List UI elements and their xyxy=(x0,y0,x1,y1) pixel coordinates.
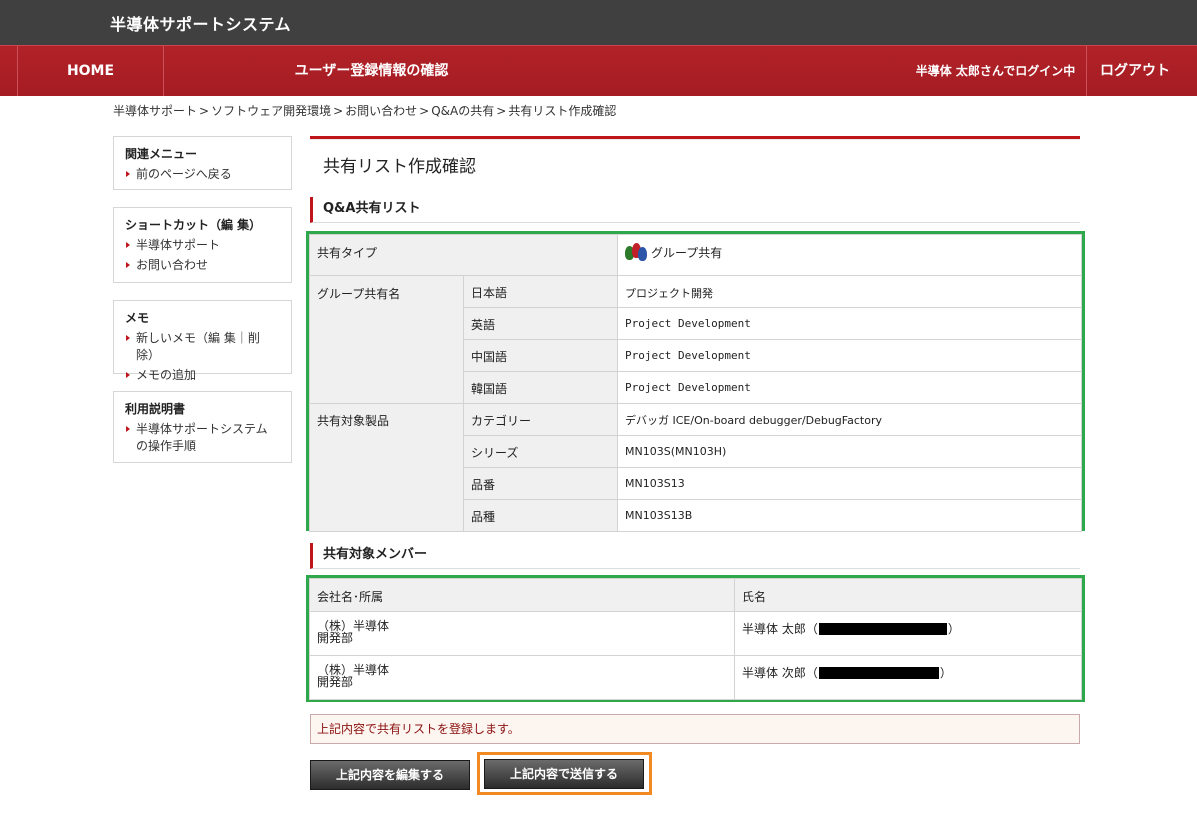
sidebar-section-title: メモ xyxy=(125,311,150,325)
table-header-row: 会社名･所属 氏名 xyxy=(309,578,1082,612)
table-row: グループ共有名 日本語 プロジェクト開発 xyxy=(309,275,1082,404)
product-category-value: デバッガ ICE/On-board debugger/DebugFactory xyxy=(617,403,1082,436)
member-company: （株）半導体 xyxy=(317,663,390,677)
share-type-value: グループ共有 xyxy=(651,246,723,260)
sidebar-manual: 利用説明書 半導体サポートシステムの操作手順 xyxy=(113,391,292,463)
members-table-box: 会社名･所属 氏名 （株）半導体 開発部 半導体 太郎（ ） （株）半導体 開発部… xyxy=(306,575,1085,702)
title-rule-shadow xyxy=(310,139,1080,140)
submit-button[interactable]: 上記内容で送信する xyxy=(484,759,644,789)
breadcrumb-item-software[interactable]: ソフトウェア開発環境 xyxy=(211,104,331,118)
sidebar-item-back[interactable]: 前のページへ戻る xyxy=(125,166,280,183)
login-status: 半導体 太郎さんでログイン中 xyxy=(905,46,1087,96)
table-row: 共有対象製品 カテゴリー デバッガ ICE/On-board debugger/… xyxy=(309,403,1082,532)
group-icon xyxy=(625,243,648,261)
table-row: （株）半導体 開発部 半導体 太郎（ ） xyxy=(309,611,1082,656)
product-type-value: MN103S13B xyxy=(617,499,1082,532)
main-nav: HOME ユーザー登録情報の確認 半導体 太郎さんでログイン中 ログアウト xyxy=(0,45,1197,96)
member-company-cell: （株）半導体 開発部 xyxy=(309,611,735,656)
lang-label-zh: 中国語 xyxy=(462,339,619,372)
product-series-value: MN103S(MN103H) xyxy=(617,435,1082,468)
sidebar-section-title: 関連メニュー xyxy=(125,147,198,161)
sidebar-item-new-memo[interactable]: 新しいメモ（編 集｜削 除） xyxy=(125,330,280,364)
confirmation-notice: 上記内容で共有リストを登録します。 xyxy=(310,714,1080,744)
product-number-value: MN103S13 xyxy=(617,467,1082,500)
logout-link[interactable]: ログアウト xyxy=(1087,46,1183,96)
sidebar-section-title: ショートカット（編 集） xyxy=(125,218,262,232)
breadcrumb-separator: > xyxy=(496,104,507,118)
page-title: 共有リスト作成確認 xyxy=(323,157,476,177)
member-name-close: ） xyxy=(939,666,952,680)
nav-home-link[interactable]: HOME xyxy=(17,46,164,96)
member-company: （株）半導体 xyxy=(317,619,390,633)
sidebar-item-add-memo[interactable]: メモの追加 xyxy=(125,367,280,384)
col-company-header: 会社名･所属 xyxy=(309,578,735,612)
redacted-email xyxy=(818,623,947,635)
table-row: （株）半導体 開発部 半導体 次郎（ ） xyxy=(309,655,1082,700)
member-company-cell: （株）半導体 開発部 xyxy=(309,655,735,700)
group-name-ja: プロジェクト開発 xyxy=(617,275,1082,308)
members-table: 会社名･所属 氏名 （株）半導体 開発部 半導体 太郎（ ） （株）半導体 開発部… xyxy=(309,578,1082,700)
member-name: 半導体 太郎（ xyxy=(742,622,818,636)
breadcrumb-item-support[interactable]: 半導体サポート xyxy=(113,104,197,118)
group-name-zh: Project Development xyxy=(617,339,1082,372)
app-title: 半導体サポートシステム xyxy=(110,15,292,34)
sidebar-item-support[interactable]: 半導体サポート xyxy=(125,237,280,254)
breadcrumb-item-contact[interactable]: お問い合わせ xyxy=(345,104,417,118)
share-type-label: 共有タイプ xyxy=(308,234,619,276)
member-name-close: ） xyxy=(947,622,960,636)
sidebar-shortcuts: ショートカット（編 集） 半導体サポート お問い合わせ xyxy=(113,207,292,283)
product-category-label: カテゴリー xyxy=(462,403,619,436)
group-name-label: グループ共有名 xyxy=(309,275,464,404)
member-dept: 開発部 xyxy=(317,631,354,645)
member-dept: 開発部 xyxy=(317,675,354,689)
members-section-heading: 共有対象メンバー xyxy=(310,543,1080,569)
qa-share-table: 共有タイプ グループ共有 グループ共有名 日本語 プロジェクト開発 英語 Pro… xyxy=(308,234,1082,532)
product-label: 共有対象製品 xyxy=(309,403,464,532)
breadcrumb-separator: > xyxy=(333,104,344,118)
breadcrumb-separator: > xyxy=(199,104,210,118)
breadcrumb: 半導体サポート > ソフトウェア開発環境 > お問い合わせ > Q&Aの共有 > 共有リスト作成… xyxy=(113,102,616,119)
app-header: 半導体サポートシステム xyxy=(0,0,1197,45)
breadcrumb-item-qa-share[interactable]: Q&Aの共有 xyxy=(431,104,494,118)
breadcrumb-separator: > xyxy=(419,104,430,118)
qa-section-heading: Q&A共有リスト xyxy=(310,197,1080,223)
product-type-label: 品種 xyxy=(462,499,619,532)
share-type-value-cell: グループ共有 xyxy=(617,234,1082,276)
col-name-header: 氏名 xyxy=(734,578,1082,612)
table-row: 共有タイプ グループ共有 xyxy=(308,234,1082,276)
sidebar-memo: メモ 新しいメモ（編 集｜削 除） メモの追加 xyxy=(113,300,292,382)
member-name-cell: 半導体 次郎（ ） xyxy=(734,655,1082,700)
sidebar-item-manual[interactable]: 半導体サポートシステムの操作手順 xyxy=(125,421,273,455)
redacted-email xyxy=(818,667,939,679)
group-name-en: Project Development xyxy=(617,307,1082,340)
group-name-ko: Project Development xyxy=(617,371,1082,404)
product-number-label: 品番 xyxy=(462,467,619,500)
qa-share-table-box: 共有タイプ グループ共有 グループ共有名 日本語 プロジェクト開発 英語 Pro… xyxy=(306,231,1085,532)
member-name: 半導体 次郎（ xyxy=(742,666,818,680)
product-series-label: シリーズ xyxy=(462,435,619,468)
sidebar-section-title: 利用説明書 xyxy=(125,402,186,416)
sidebar-item-contact[interactable]: お問い合わせ xyxy=(125,257,280,274)
sidebar-related-menu: 関連メニュー 前のページへ戻る xyxy=(113,136,292,190)
lang-label-en: 英語 xyxy=(462,307,619,340)
member-name-cell: 半導体 太郎（ ） xyxy=(734,611,1082,656)
edit-button[interactable]: 上記内容を編集する xyxy=(310,760,470,790)
lang-label-ja: 日本語 xyxy=(462,275,619,308)
nav-user-info-link[interactable]: ユーザー登録情報の確認 xyxy=(164,46,579,96)
lang-label-ko: 韓国語 xyxy=(462,371,619,404)
breadcrumb-item-current: 共有リスト作成確認 xyxy=(508,104,617,118)
